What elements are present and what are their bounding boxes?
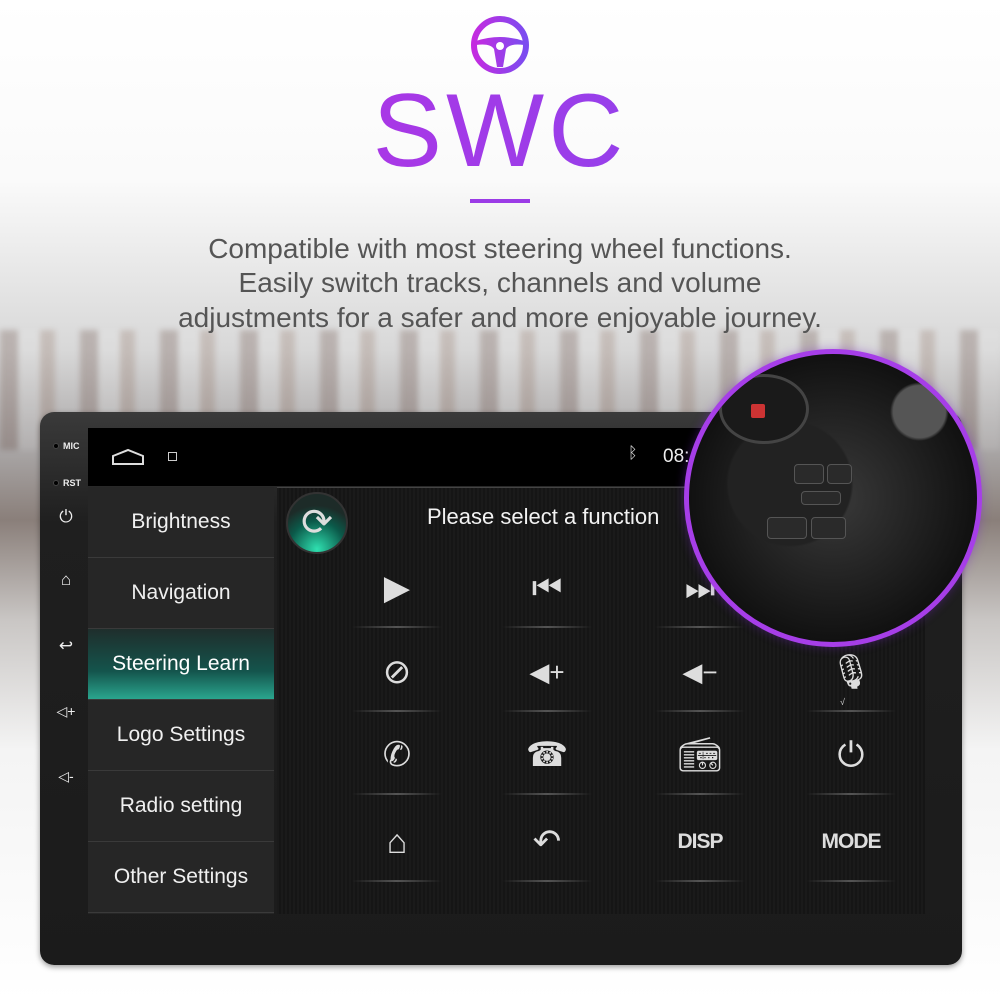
settings-sidebar: Brightness Navigation Steering Learn Log…: [88, 487, 274, 914]
sidebar-item-navigation[interactable]: Navigation: [88, 558, 274, 629]
disp-button[interactable]: DISP: [635, 802, 765, 882]
mode-button[interactable]: MODE: [786, 802, 916, 882]
learned-checkmark: √: [840, 697, 845, 707]
power-icon[interactable]: ⏻: [56, 507, 76, 527]
home-button[interactable]: ⌂: [332, 802, 462, 882]
title-underline: [470, 199, 530, 203]
sidebar-item-steering-learn[interactable]: Steering Learn: [88, 629, 274, 700]
mute-button[interactable]: ⊘: [332, 632, 462, 712]
volume-up-button[interactable]: ◀+: [482, 632, 612, 712]
hang-up-button[interactable]: ☎: [482, 715, 612, 795]
back-icon[interactable]: ↩: [56, 636, 76, 656]
volume-down-icon[interactable]: ◁-: [56, 768, 76, 785]
sidebar-item-other-settings[interactable]: Other Settings: [88, 842, 274, 913]
reset-label[interactable]: RST: [53, 478, 81, 488]
volume-down-button[interactable]: ◀−: [635, 632, 765, 712]
previous-track-button[interactable]: ⏮: [482, 548, 612, 628]
steering-wheel-closeup: [684, 349, 982, 647]
steering-wheel-icon: [471, 16, 529, 74]
description-line: Compatible with most steering wheel func…: [208, 233, 792, 264]
sidebar-item-brightness[interactable]: Brightness: [88, 487, 274, 558]
refresh-icon[interactable]: ⟳: [286, 492, 348, 554]
sidebar-item-logo-settings[interactable]: Logo Settings: [88, 700, 274, 771]
clock: 08:: [663, 446, 690, 467]
play-button[interactable]: ▶: [332, 548, 462, 628]
description-line: adjustments for a safer and more enjoyab…: [178, 302, 822, 333]
sidebar-item-radio-setting[interactable]: Radio setting: [88, 771, 274, 842]
bluetooth-icon: ᛒ: [628, 445, 638, 462]
power-button[interactable]: ⏻: [786, 715, 916, 795]
prompt-text: Please select a function: [427, 504, 660, 529]
gallery-icon: [168, 452, 177, 461]
volume-up-icon[interactable]: ◁+: [56, 703, 76, 720]
back-button[interactable]: ↶: [482, 802, 612, 882]
description-line: Easily switch tracks, channels and volum…: [238, 267, 762, 298]
call-button[interactable]: ✆: [332, 715, 462, 795]
home-icon[interactable]: ⌂: [56, 570, 76, 590]
radio-button[interactable]: 📻︎: [635, 715, 765, 795]
page-title: SWC: [0, 72, 1000, 191]
mic-label: MIC: [53, 441, 80, 451]
home-outline-icon[interactable]: [111, 448, 145, 466]
